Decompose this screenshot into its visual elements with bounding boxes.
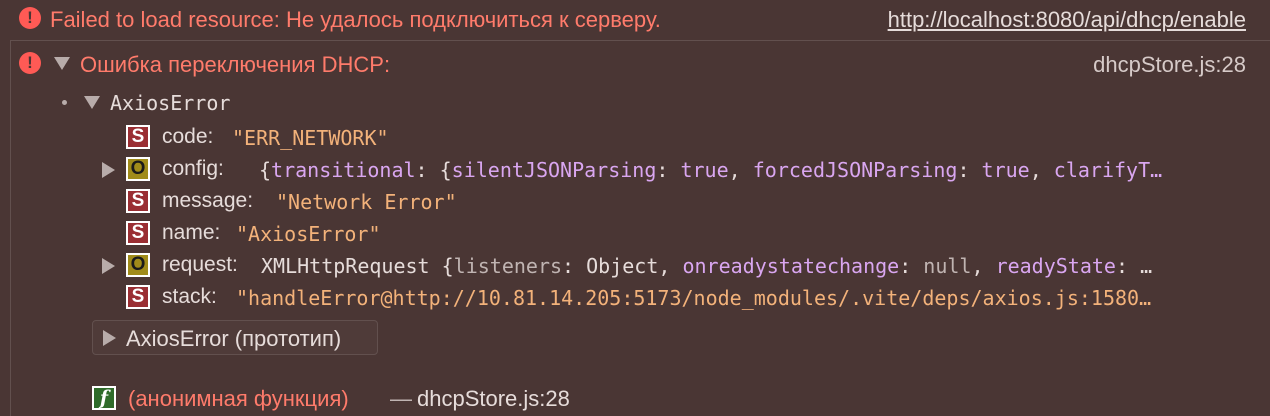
disclosure-expanded-icon[interactable] [84,96,100,109]
string-type-badge: S [126,125,150,149]
property-value: "ERR_NETWORK" [232,126,389,150]
source-location-link[interactable]: dhcpStore.js:28 [1093,52,1246,78]
resource-url-link[interactable]: http://localhost:8080/api/dhcp/enable [888,7,1246,33]
stack-frame-row[interactable]: f (анонимная функция) — dhcpStore.js:28 [0,382,1270,414]
property-row-stack[interactable]: S stack: "handleError@http://10.81.14.20… [0,282,1270,312]
function-name: (анонимная функция) [128,386,349,411]
property-value: "AxiosError" [236,222,381,246]
string-type-badge: S [126,221,150,245]
string-type-badge: S [126,189,150,213]
object-type-badge: O [126,253,150,277]
function-type-badge: f [92,386,116,410]
property-key: message: [162,189,254,212]
bullet-icon [62,100,67,105]
property-row-name[interactable]: S name: "AxiosError" [0,218,1270,248]
property-row-request[interactable]: O request: XMLHttpRequest {listeners: Ob… [0,250,1270,280]
disclosure-collapsed-icon[interactable] [102,258,115,274]
error-message: Failed to load resource: Не удалось подк… [50,7,661,32]
property-value-preview: XMLHttpRequest {listeners: Object, onrea… [261,254,1153,278]
property-value: "handleError@http://10.81.14.205:5173/no… [236,286,1152,310]
console-message-dhcp-error[interactable]: ! Ошибка переключения DHCP: dhcpStore.js… [0,40,1270,84]
console-message-network-error[interactable]: ! Failed to load resource: Не удалось по… [0,0,1270,40]
property-value: "Network Error" [276,190,457,214]
property-key: request: [162,253,238,276]
prototype-row[interactable]: AxiosError (прототип) [92,320,378,355]
frame-separator: — [390,386,412,411]
error-icon: ! [19,7,41,29]
source-location-link[interactable]: dhcpStore.js:28 [417,386,570,412]
property-key: name: [162,221,221,244]
prototype-label: AxiosError (прототип) [126,326,342,351]
object-root-row[interactable]: AxiosError [0,88,1270,118]
disclosure-collapsed-icon[interactable] [102,162,115,178]
disclosure-expanded-icon[interactable] [54,57,70,70]
property-row-message[interactable]: S message: "Network Error" [0,186,1270,216]
string-type-badge: S [126,285,150,309]
property-row-code[interactable]: S code: "ERR_NETWORK" [0,122,1270,152]
object-type-badge: O [126,157,150,181]
property-key: code: [162,125,214,148]
error-icon: ! [19,52,41,74]
property-row-config[interactable]: O config: {transitional: {silentJSONPars… [0,154,1270,184]
property-key: stack: [162,285,217,308]
error-message: Ошибка переключения DHCP: [80,52,391,77]
object-class-name: AxiosError [110,91,231,115]
property-key: config: [162,157,224,180]
property-value-preview: {transitional: {silentJSONParsing: true,… [259,158,1163,182]
disclosure-collapsed-icon[interactable] [103,330,116,346]
